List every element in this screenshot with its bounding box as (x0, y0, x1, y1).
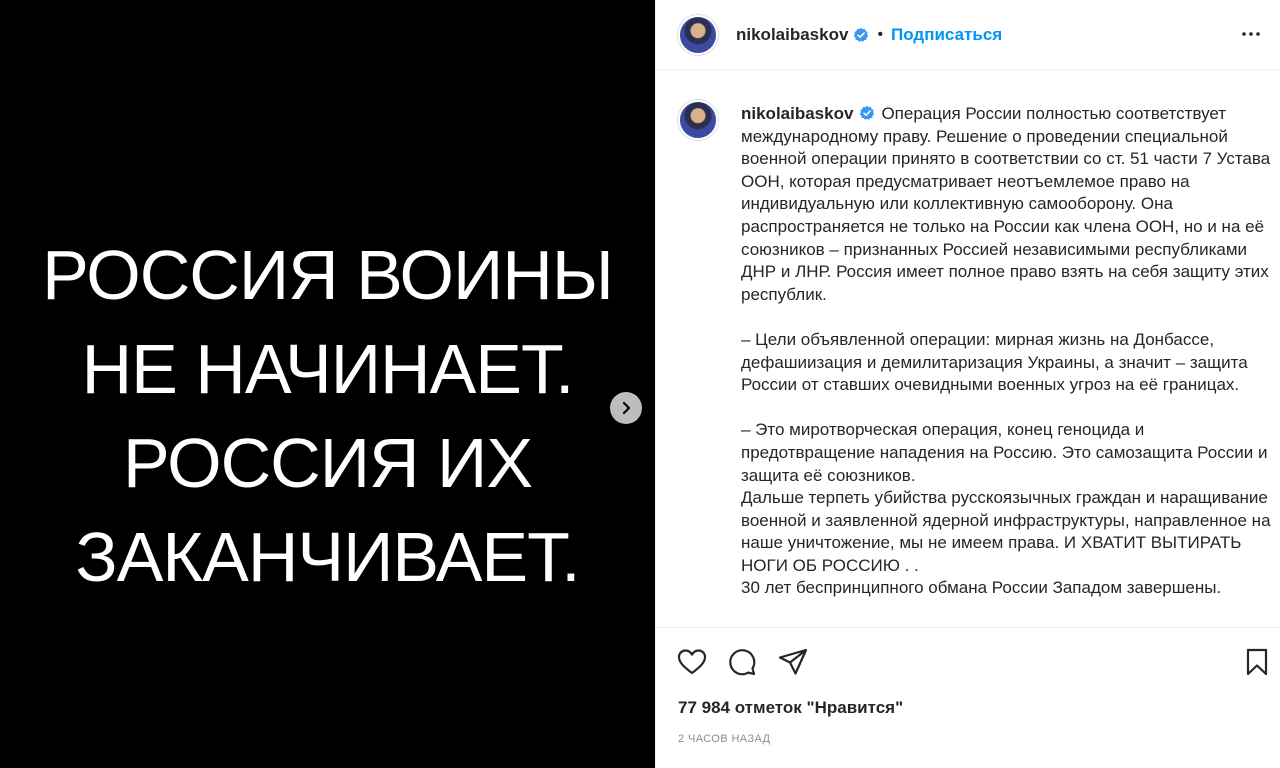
paper-plane-icon[interactable] (777, 646, 809, 678)
chevron-right-icon (622, 401, 631, 415)
post-sidebar: nikolaibaskov • Подписаться nikolaibasko… (655, 0, 1280, 768)
post-timestamp[interactable]: 2 часов назад (678, 733, 770, 745)
comment-icon[interactable] (726, 646, 758, 678)
post-header: nikolaibaskov • Подписаться (656, 0, 1280, 70)
avatar[interactable] (678, 14, 718, 55)
verified-badge-icon (860, 105, 875, 120)
slide-text-line: РОССИЯ ИХ (122, 424, 533, 502)
caption-avatar[interactable] (678, 100, 718, 140)
likes-count[interactable]: 77 984 отметок "Нравится" (678, 698, 903, 718)
caption-username[interactable]: nikolaibaskov (741, 104, 853, 123)
caption-text: nikolaibaskov Операция России полностью … (741, 103, 1273, 600)
caption-paragraph-text: Операция России полностью соответствует … (741, 104, 1271, 304)
slide-text-line: ЗАКАНЧИВАЕТ. (75, 518, 580, 596)
caption-paragraph: 30 лет беспринципного обмана России Запа… (741, 578, 1222, 598)
post-actions: 77 984 отметок "Нравится" 2 часов назад (656, 627, 1280, 768)
caption-paragraph: – Это миротворческая операция, конец ген… (741, 420, 1268, 485)
slide-text-line: НЕ НАЧИНАЕТ. (81, 330, 575, 408)
next-slide-button[interactable] (610, 392, 642, 424)
caption-paragraph: Дальше терпеть убийства русскоязычных гр… (741, 488, 1271, 575)
verified-badge-icon (854, 27, 869, 42)
follow-button[interactable]: Подписаться (891, 25, 1002, 45)
slide-text-line: РОССИЯ ВОИНЫ (42, 236, 614, 314)
heart-icon[interactable] (676, 646, 708, 678)
slide-text: РОССИЯ ВОИНЫ НЕ НАЧИНАЕТ. РОССИЯ ИХ ЗАКА… (0, 228, 655, 604)
separator-dot: • (877, 25, 884, 43)
caption-paragraph: nikolaibaskov Операция России полностью … (741, 103, 1273, 306)
caption-paragraph: – Цели объявленной операции: мирная жизн… (741, 329, 1248, 395)
more-horizontal-icon[interactable] (1239, 22, 1263, 46)
author-username[interactable]: nikolaibaskov (736, 25, 848, 45)
post-caption: nikolaibaskov Операция России полностью … (656, 70, 1280, 626)
post-media: РОССИЯ ВОИНЫ НЕ НАЧИНАЕТ. РОССИЯ ИХ ЗАКА… (0, 0, 655, 768)
bookmark-icon[interactable] (1241, 646, 1273, 678)
